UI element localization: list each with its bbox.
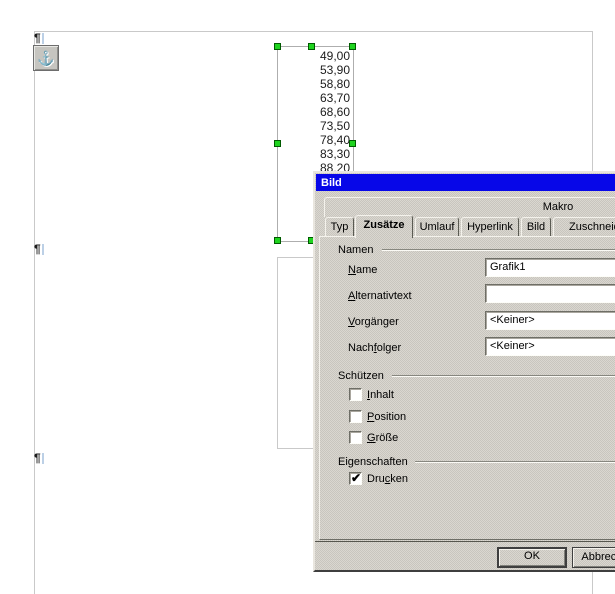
page-boundary-left [34, 31, 35, 594]
button-separator [315, 541, 615, 542]
axis-number: 68,60 [285, 105, 350, 119]
resize-handle-top-left[interactable] [274, 43, 281, 50]
resize-handle-top-mid[interactable] [308, 43, 315, 50]
tab-makro[interactable]: Makro [324, 197, 615, 217]
cancel-button[interactable]: Abbrechen [572, 547, 615, 568]
tab-hyperlink[interactable]: Hyperlink [461, 217, 519, 237]
paragraph-mark: ¶ [34, 451, 46, 465]
tab-bild[interactable]: Bild [521, 217, 551, 237]
writer-document-view: ¶ ¶ ¶ ⚓ 49,00 53,90 58,80 63,70 68,60 73… [0, 0, 615, 594]
axis-number: 49,00 [285, 49, 350, 63]
axis-number: 53,90 [285, 63, 350, 77]
bild-dialog: Bild Makro Typ Zusätze Umlauf Hyperlink … [313, 171, 615, 572]
axis-number: 63,70 [285, 91, 350, 105]
paragraph-mark: ¶ [34, 242, 46, 256]
resize-handle-bottom-left[interactable] [274, 237, 281, 244]
anchor-icon[interactable]: ⚓ [33, 45, 59, 71]
page-boundary-top [34, 31, 593, 32]
resize-handle-mid-right[interactable] [349, 140, 356, 147]
tab-zusaetze[interactable]: Zusätze [355, 215, 413, 238]
dialog-titlebar[interactable]: Bild [316, 174, 615, 191]
tab-zuschneiden[interactable]: Zuschneiden [553, 217, 615, 237]
paragraph-mark: ¶ [34, 31, 46, 45]
axis-number: 78,40 [285, 133, 350, 147]
tab-umlauf[interactable]: Umlauf [415, 217, 459, 237]
dialog-title: Bild [321, 177, 342, 189]
ok-button[interactable]: OK [497, 547, 567, 568]
axis-number: 58,80 [285, 77, 350, 91]
resize-handle-mid-left[interactable] [274, 140, 281, 147]
chart-axis-numbers: 49,00 53,90 58,80 63,70 68,60 73,50 78,4… [285, 49, 350, 175]
axis-number: 83,30 [285, 147, 350, 161]
resize-handle-top-right[interactable] [349, 43, 356, 50]
tab-typ[interactable]: Typ [325, 217, 354, 237]
axis-number: 73,50 [285, 119, 350, 133]
tab-page-zusaetze [319, 236, 615, 540]
